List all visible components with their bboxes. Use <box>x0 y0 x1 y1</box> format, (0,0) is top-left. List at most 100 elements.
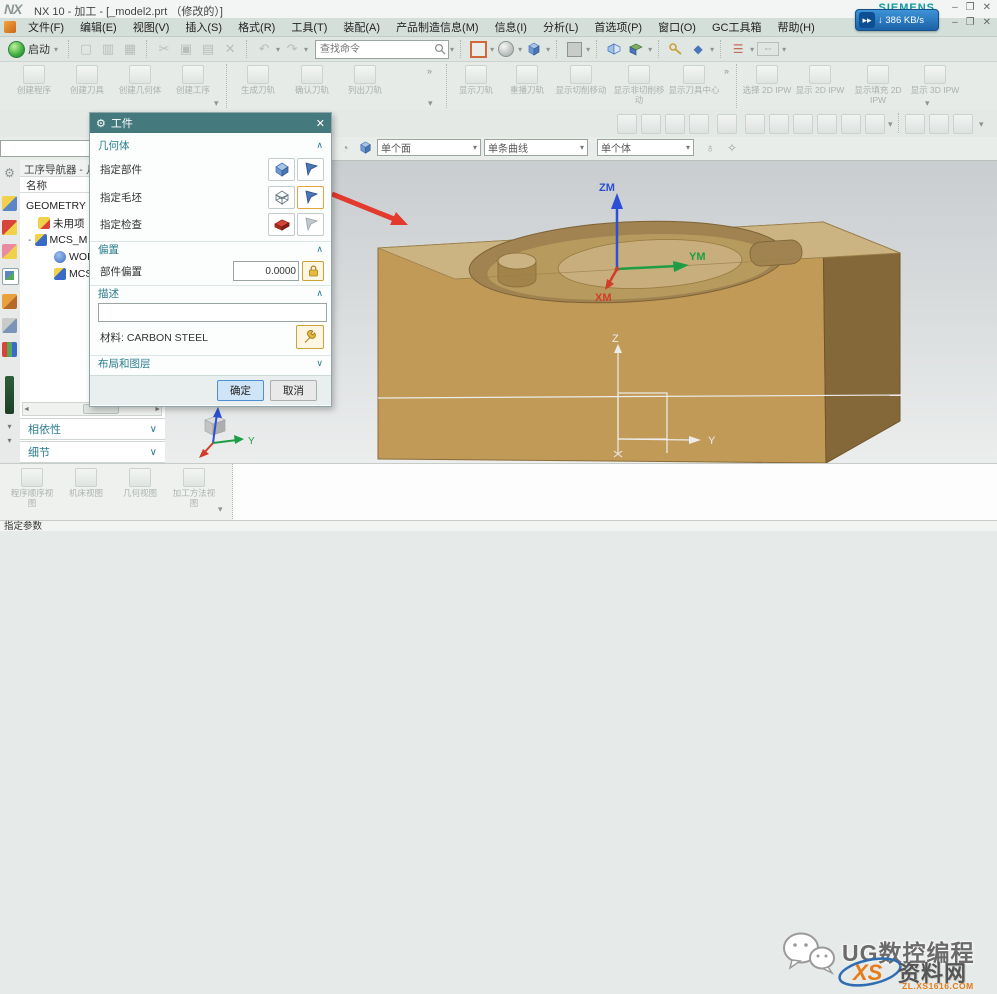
toolbar-icon-4[interactable] <box>689 114 709 134</box>
menu-format[interactable]: 格式(R) <box>231 18 282 36</box>
constraint-navigator-icon[interactable] <box>2 220 17 235</box>
toolbar-icon-2[interactable] <box>641 114 661 134</box>
cancel-button[interactable]: 取消 <box>270 380 317 401</box>
child-minimize-button[interactable]: – <box>952 17 958 28</box>
group4-more-icon[interactable]: ▾ <box>925 98 930 109</box>
reuse-library-icon[interactable] <box>2 318 17 333</box>
save-button[interactable]: ▦ <box>121 40 139 58</box>
part-navigator-icon[interactable] <box>2 244 17 259</box>
repeat-dropdown-icon[interactable]: ▾ <box>304 45 308 54</box>
orient-view-button[interactable] <box>525 40 543 58</box>
child-close-button[interactable]: ✕ <box>983 17 991 28</box>
search-icon[interactable] <box>434 43 446 55</box>
dialog-close-icon[interactable]: ✕ <box>316 117 325 130</box>
ok-button[interactable]: 确定 <box>217 380 264 401</box>
menu-window[interactable]: 窗口(O) <box>651 18 703 36</box>
geometry-view-button[interactable]: 几何视图 <box>116 468 164 499</box>
toolbar-icon-6[interactable] <box>745 114 765 134</box>
menu-analysis[interactable]: 分析(L) <box>536 18 585 36</box>
measure-dropdown-icon[interactable]: ▾ <box>750 45 754 54</box>
title-bar[interactable]: NX NX 10 - 加工 - [_model2.prt （修改的）] SIEM… <box>0 0 997 19</box>
cut-button[interactable]: ✂ <box>155 40 173 58</box>
move-object-button[interactable]: ◆ <box>689 40 707 58</box>
render-style-button[interactable] <box>497 40 515 58</box>
toolbar-icon-12[interactable] <box>905 114 925 134</box>
history-icon[interactable] <box>2 342 17 357</box>
render-dropdown-icon[interactable]: ▾ <box>518 45 522 54</box>
window-dropdown-icon[interactable]: ▾ <box>782 45 786 54</box>
toolbar-icon-13[interactable] <box>929 114 949 134</box>
toolbar-icon-7[interactable] <box>769 114 789 134</box>
assembly-navigator-icon[interactable] <box>2 196 17 211</box>
iconrow-more-icon[interactable]: ▾ <box>888 119 893 130</box>
description-section-header[interactable]: 描述 ∧ <box>90 285 331 301</box>
menu-tools[interactable]: 工具(T) <box>284 18 334 36</box>
child-restore-button[interactable]: ❐ <box>966 17 975 28</box>
toolbar-icon-8[interactable] <box>793 114 813 134</box>
collapse-expander[interactable]: - <box>28 234 32 246</box>
move-dropdown-icon[interactable]: ▾ <box>710 45 714 54</box>
app-document-icon[interactable] <box>4 21 16 33</box>
program-order-view-button[interactable]: 程序顺序视图 <box>8 468 56 509</box>
create-tool-button[interactable]: 创建刀具 <box>62 65 112 109</box>
edit-section-button[interactable] <box>605 40 623 58</box>
resource-scroll-down-icon[interactable]: ▾ <box>2 422 17 430</box>
show-2d-ipw-button[interactable]: 显示 2D IPW <box>795 65 845 109</box>
operation-navigator-icon[interactable] <box>2 268 19 285</box>
layout-layer-section-header[interactable]: 布局和图层 ∨ <box>90 355 331 371</box>
verify-toolpath-button[interactable]: 确认刀轨 <box>287 65 337 109</box>
part-offset-input[interactable] <box>233 261 299 281</box>
fit-dropdown-icon[interactable]: ▾ <box>490 45 494 54</box>
undo-dropdown-icon[interactable]: ▾ <box>276 45 280 54</box>
background-dropdown-icon[interactable]: ▾ <box>586 45 590 54</box>
edit-material-button[interactable] <box>296 325 324 349</box>
menu-assemblies[interactable]: 装配(A) <box>336 18 387 36</box>
snap-point-icon[interactable]: ◔ <box>337 140 353 156</box>
open-file-button[interactable]: ▥ <box>99 40 117 58</box>
machine-tool-view-button[interactable]: 机床视图 <box>62 468 110 499</box>
show-tool-center-button[interactable]: 显示刀具中心 <box>666 65 722 109</box>
menu-preferences[interactable]: 首选项(P) <box>587 18 649 36</box>
background-button[interactable] <box>565 40 583 58</box>
face-rule-dropdown[interactable]: 单个面▾ <box>377 139 481 156</box>
measure-button[interactable]: ☰ <box>729 40 747 58</box>
show-hide-button[interactable] <box>667 40 685 58</box>
section-dropdown-icon[interactable]: ▾ <box>648 45 652 54</box>
menu-file[interactable]: 文件(F) <box>21 18 71 36</box>
blank-geometry-button[interactable] <box>268 186 295 209</box>
fit-view-button[interactable] <box>469 40 487 58</box>
view-toolbar-more-icon[interactable]: ▾ <box>218 504 223 515</box>
window-button[interactable]: ⊷ <box>757 42 779 56</box>
iconrow-more-icon-2[interactable]: ▾ <box>979 119 984 130</box>
repeat-command-button[interactable]: ↷ <box>283 40 301 58</box>
create-program-button[interactable]: 创建程序 <box>8 65 60 109</box>
toolbar-icon-9[interactable] <box>817 114 837 134</box>
part-geometry-button[interactable] <box>268 158 295 181</box>
copy-button[interactable]: ▣ <box>177 40 195 58</box>
machining-method-view-button[interactable]: 加工方法视图 <box>170 468 218 509</box>
geometry-section-header[interactable]: 几何体 ∧ <box>90 137 331 153</box>
minimize-button[interactable]: – <box>952 2 958 13</box>
machining-wizard-icon[interactable] <box>2 294 17 309</box>
show-toolpath-button[interactable]: 显示刀轨 <box>452 65 500 109</box>
description-input[interactable] <box>98 303 327 322</box>
finder-dropdown-icon[interactable]: ▾ <box>450 45 454 54</box>
orient-dropdown-icon[interactable]: ▾ <box>546 45 550 54</box>
new-file-button[interactable]: ▢ <box>77 40 95 58</box>
close-button[interactable]: ✕ <box>983 2 991 13</box>
menu-information[interactable]: 信息(I) <box>488 18 534 36</box>
select-2d-ipw-button[interactable]: 选择 2D IPW <box>742 65 792 109</box>
show-cut-moves-button[interactable]: 显示切削移动 <box>553 65 609 109</box>
lock-icon[interactable] <box>302 261 324 281</box>
group3-expand-icon[interactable]: » <box>724 66 729 76</box>
clip-section-button[interactable] <box>627 40 645 58</box>
create-geometry-button[interactable]: 创建几何体 <box>112 65 168 109</box>
snap-enable-icon[interactable]: ♁ <box>702 140 718 156</box>
scroll-left-icon[interactable]: ◄ <box>23 406 30 413</box>
list-toolpath-button[interactable]: 列出刀轨 <box>340 65 390 109</box>
generate-toolpath-button[interactable]: 生成刀轨 <box>233 65 283 109</box>
body-rule-dropdown[interactable]: 单个体▾ <box>597 139 694 156</box>
group2-expand-icon[interactable]: » <box>427 66 432 76</box>
show-filled-2d-ipw-button[interactable]: 显示填充 2D IPW <box>849 65 907 109</box>
select-blank-button[interactable] <box>297 186 324 209</box>
